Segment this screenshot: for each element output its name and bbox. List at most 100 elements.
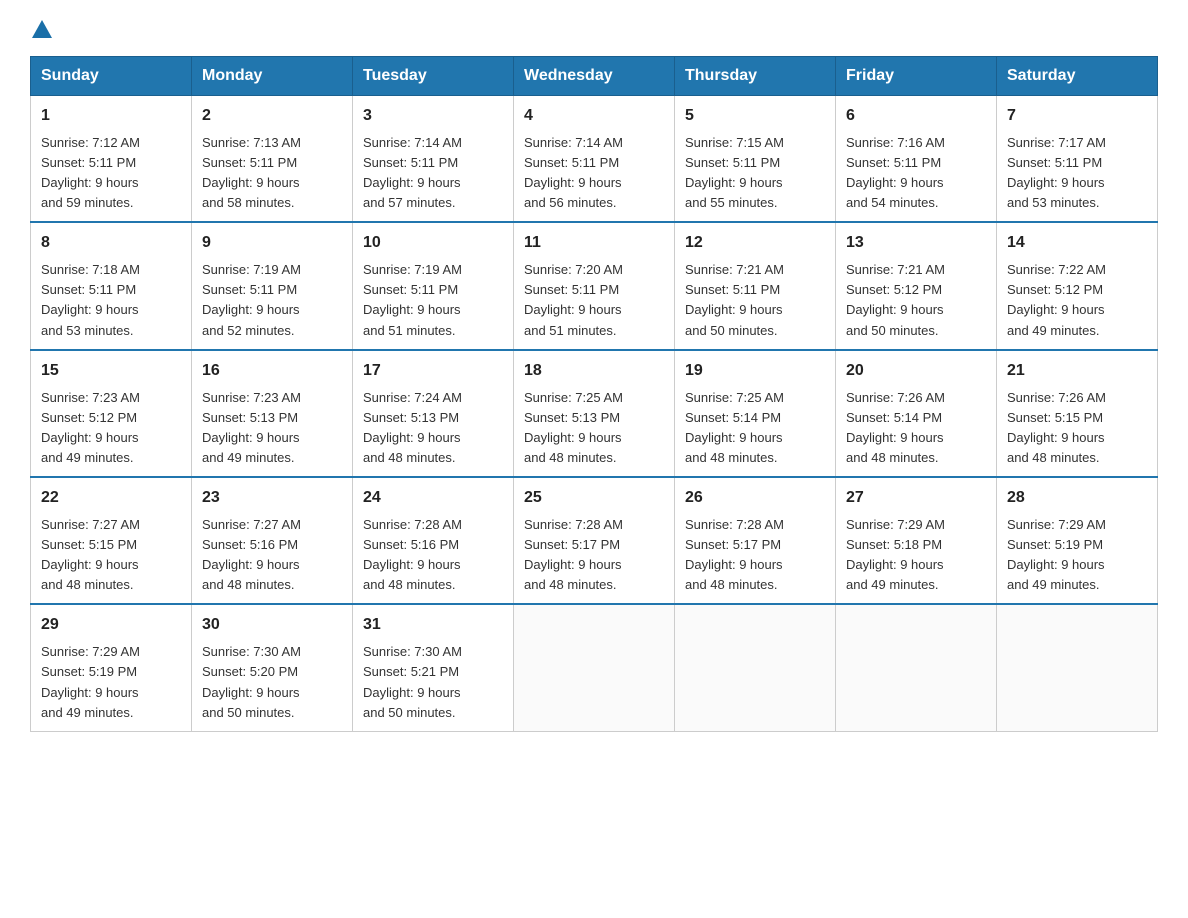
weekday-header-friday: Friday — [836, 57, 997, 96]
day-number: 2 — [202, 104, 342, 129]
day-info: Sunrise: 7:23 AMSunset: 5:12 PMDaylight:… — [41, 388, 181, 469]
calendar-week-row: 29 Sunrise: 7:29 AMSunset: 5:19 PMDayligh… — [31, 604, 1158, 731]
day-info: Sunrise: 7:27 AMSunset: 5:16 PMDaylight:… — [202, 515, 342, 596]
calendar-day-cell: 15 Sunrise: 7:23 AMSunset: 5:12 PMDayligh… — [31, 350, 192, 477]
day-info: Sunrise: 7:28 AMSunset: 5:17 PMDaylight:… — [524, 515, 664, 596]
day-info: Sunrise: 7:28 AMSunset: 5:17 PMDaylight:… — [685, 515, 825, 596]
calendar-day-cell — [997, 604, 1158, 731]
day-number: 26 — [685, 486, 825, 511]
day-info: Sunrise: 7:19 AMSunset: 5:11 PMDaylight:… — [202, 260, 342, 341]
day-number: 8 — [41, 231, 181, 256]
calendar-day-cell: 14 Sunrise: 7:22 AMSunset: 5:12 PMDayligh… — [997, 222, 1158, 349]
calendar-day-cell: 19 Sunrise: 7:25 AMSunset: 5:14 PMDayligh… — [675, 350, 836, 477]
calendar-day-cell: 20 Sunrise: 7:26 AMSunset: 5:14 PMDayligh… — [836, 350, 997, 477]
calendar-day-cell: 2 Sunrise: 7:13 AMSunset: 5:11 PMDaylight… — [192, 96, 353, 223]
calendar-day-cell — [836, 604, 997, 731]
day-number: 28 — [1007, 486, 1147, 511]
day-number: 6 — [846, 104, 986, 129]
day-number: 25 — [524, 486, 664, 511]
calendar-day-cell: 26 Sunrise: 7:28 AMSunset: 5:17 PMDayligh… — [675, 477, 836, 604]
calendar-day-cell: 23 Sunrise: 7:27 AMSunset: 5:16 PMDayligh… — [192, 477, 353, 604]
day-info: Sunrise: 7:14 AMSunset: 5:11 PMDaylight:… — [363, 133, 503, 214]
day-number: 29 — [41, 613, 181, 638]
calendar-day-cell: 16 Sunrise: 7:23 AMSunset: 5:13 PMDayligh… — [192, 350, 353, 477]
day-info: Sunrise: 7:18 AMSunset: 5:11 PMDaylight:… — [41, 260, 181, 341]
calendar-week-row: 1Sunrise: 7:12 AMSunset: 5:11 PMDaylight… — [31, 96, 1158, 223]
day-info: Sunrise: 7:21 AMSunset: 5:12 PMDaylight:… — [846, 260, 986, 341]
calendar-week-row: 8 Sunrise: 7:18 AMSunset: 5:11 PMDaylight… — [31, 222, 1158, 349]
day-info: Sunrise: 7:23 AMSunset: 5:13 PMDaylight:… — [202, 388, 342, 469]
day-number: 12 — [685, 231, 825, 256]
day-number: 9 — [202, 231, 342, 256]
day-info: Sunrise: 7:29 AMSunset: 5:19 PMDaylight:… — [41, 642, 181, 723]
day-number: 13 — [846, 231, 986, 256]
logo — [30, 20, 54, 38]
day-number: 30 — [202, 613, 342, 638]
day-info: Sunrise: 7:16 AMSunset: 5:11 PMDaylight:… — [846, 133, 986, 214]
day-number: 16 — [202, 359, 342, 384]
calendar-day-cell: 30 Sunrise: 7:30 AMSunset: 5:20 PMDayligh… — [192, 604, 353, 731]
calendar-day-cell: 27 Sunrise: 7:29 AMSunset: 5:18 PMDayligh… — [836, 477, 997, 604]
day-number: 4 — [524, 104, 664, 129]
calendar-day-cell: 21 Sunrise: 7:26 AMSunset: 5:15 PMDayligh… — [997, 350, 1158, 477]
day-info: Sunrise: 7:17 AMSunset: 5:11 PMDaylight:… — [1007, 133, 1147, 214]
calendar-day-cell: 5Sunrise: 7:15 AMSunset: 5:11 PMDaylight… — [675, 96, 836, 223]
day-number: 31 — [363, 613, 503, 638]
calendar-table: SundayMondayTuesdayWednesdayThursdayFrid… — [30, 56, 1158, 732]
day-info: Sunrise: 7:24 AMSunset: 5:13 PMDaylight:… — [363, 388, 503, 469]
calendar-day-cell: 25 Sunrise: 7:28 AMSunset: 5:17 PMDayligh… — [514, 477, 675, 604]
day-info: Sunrise: 7:30 AMSunset: 5:20 PMDaylight:… — [202, 642, 342, 723]
day-number: 27 — [846, 486, 986, 511]
day-number: 22 — [41, 486, 181, 511]
day-number: 19 — [685, 359, 825, 384]
calendar-day-cell: 11 Sunrise: 7:20 AMSunset: 5:11 PMDayligh… — [514, 222, 675, 349]
day-number: 15 — [41, 359, 181, 384]
day-info: Sunrise: 7:25 AMSunset: 5:14 PMDaylight:… — [685, 388, 825, 469]
day-info: Sunrise: 7:25 AMSunset: 5:13 PMDaylight:… — [524, 388, 664, 469]
weekday-header-saturday: Saturday — [997, 57, 1158, 96]
day-number: 10 — [363, 231, 503, 256]
day-info: Sunrise: 7:14 AMSunset: 5:11 PMDaylight:… — [524, 133, 664, 214]
calendar-day-cell: 12 Sunrise: 7:21 AMSunset: 5:11 PMDayligh… — [675, 222, 836, 349]
weekday-header-wednesday: Wednesday — [514, 57, 675, 96]
calendar-day-cell: 7Sunrise: 7:17 AMSunset: 5:11 PMDaylight… — [997, 96, 1158, 223]
day-number: 18 — [524, 359, 664, 384]
calendar-day-cell: 9 Sunrise: 7:19 AMSunset: 5:11 PMDaylight… — [192, 222, 353, 349]
day-number: 3 — [363, 104, 503, 129]
day-info: Sunrise: 7:26 AMSunset: 5:14 PMDaylight:… — [846, 388, 986, 469]
calendar-day-cell: 4 Sunrise: 7:14 AMSunset: 5:11 PMDaylight… — [514, 96, 675, 223]
day-info: Sunrise: 7:13 AMSunset: 5:11 PMDaylight:… — [202, 133, 342, 214]
calendar-day-cell: 13 Sunrise: 7:21 AMSunset: 5:12 PMDayligh… — [836, 222, 997, 349]
calendar-day-cell: 28 Sunrise: 7:29 AMSunset: 5:19 PMDayligh… — [997, 477, 1158, 604]
calendar-day-cell: 18 Sunrise: 7:25 AMSunset: 5:13 PMDayligh… — [514, 350, 675, 477]
day-info: Sunrise: 7:28 AMSunset: 5:16 PMDaylight:… — [363, 515, 503, 596]
day-number: 21 — [1007, 359, 1147, 384]
calendar-day-cell — [675, 604, 836, 731]
page-header — [30, 20, 1158, 38]
calendar-day-cell: 22 Sunrise: 7:27 AMSunset: 5:15 PMDayligh… — [31, 477, 192, 604]
day-number: 14 — [1007, 231, 1147, 256]
day-info: Sunrise: 7:19 AMSunset: 5:11 PMDaylight:… — [363, 260, 503, 341]
day-info: Sunrise: 7:20 AMSunset: 5:11 PMDaylight:… — [524, 260, 664, 341]
day-number: 23 — [202, 486, 342, 511]
day-info: Sunrise: 7:12 AMSunset: 5:11 PMDaylight:… — [41, 133, 181, 214]
calendar-day-cell: 6 Sunrise: 7:16 AMSunset: 5:11 PMDaylight… — [836, 96, 997, 223]
logo-triangle-icon — [32, 20, 52, 38]
calendar-day-cell: 24 Sunrise: 7:28 AMSunset: 5:16 PMDayligh… — [353, 477, 514, 604]
day-number: 11 — [524, 231, 664, 256]
weekday-header-tuesday: Tuesday — [353, 57, 514, 96]
day-info: Sunrise: 7:26 AMSunset: 5:15 PMDaylight:… — [1007, 388, 1147, 469]
day-info: Sunrise: 7:22 AMSunset: 5:12 PMDaylight:… — [1007, 260, 1147, 341]
day-info: Sunrise: 7:29 AMSunset: 5:19 PMDaylight:… — [1007, 515, 1147, 596]
day-info: Sunrise: 7:29 AMSunset: 5:18 PMDaylight:… — [846, 515, 986, 596]
weekday-header-monday: Monday — [192, 57, 353, 96]
calendar-day-cell: 31 Sunrise: 7:30 AMSunset: 5:21 PMDayligh… — [353, 604, 514, 731]
day-number: 24 — [363, 486, 503, 511]
weekday-header-row: SundayMondayTuesdayWednesdayThursdayFrid… — [31, 57, 1158, 96]
calendar-week-row: 15 Sunrise: 7:23 AMSunset: 5:12 PMDayligh… — [31, 350, 1158, 477]
day-info: Sunrise: 7:27 AMSunset: 5:15 PMDaylight:… — [41, 515, 181, 596]
day-number: 20 — [846, 359, 986, 384]
day-info: Sunrise: 7:21 AMSunset: 5:11 PMDaylight:… — [685, 260, 825, 341]
calendar-day-cell: 29 Sunrise: 7:29 AMSunset: 5:19 PMDayligh… — [31, 604, 192, 731]
day-info: Sunrise: 7:30 AMSunset: 5:21 PMDaylight:… — [363, 642, 503, 723]
